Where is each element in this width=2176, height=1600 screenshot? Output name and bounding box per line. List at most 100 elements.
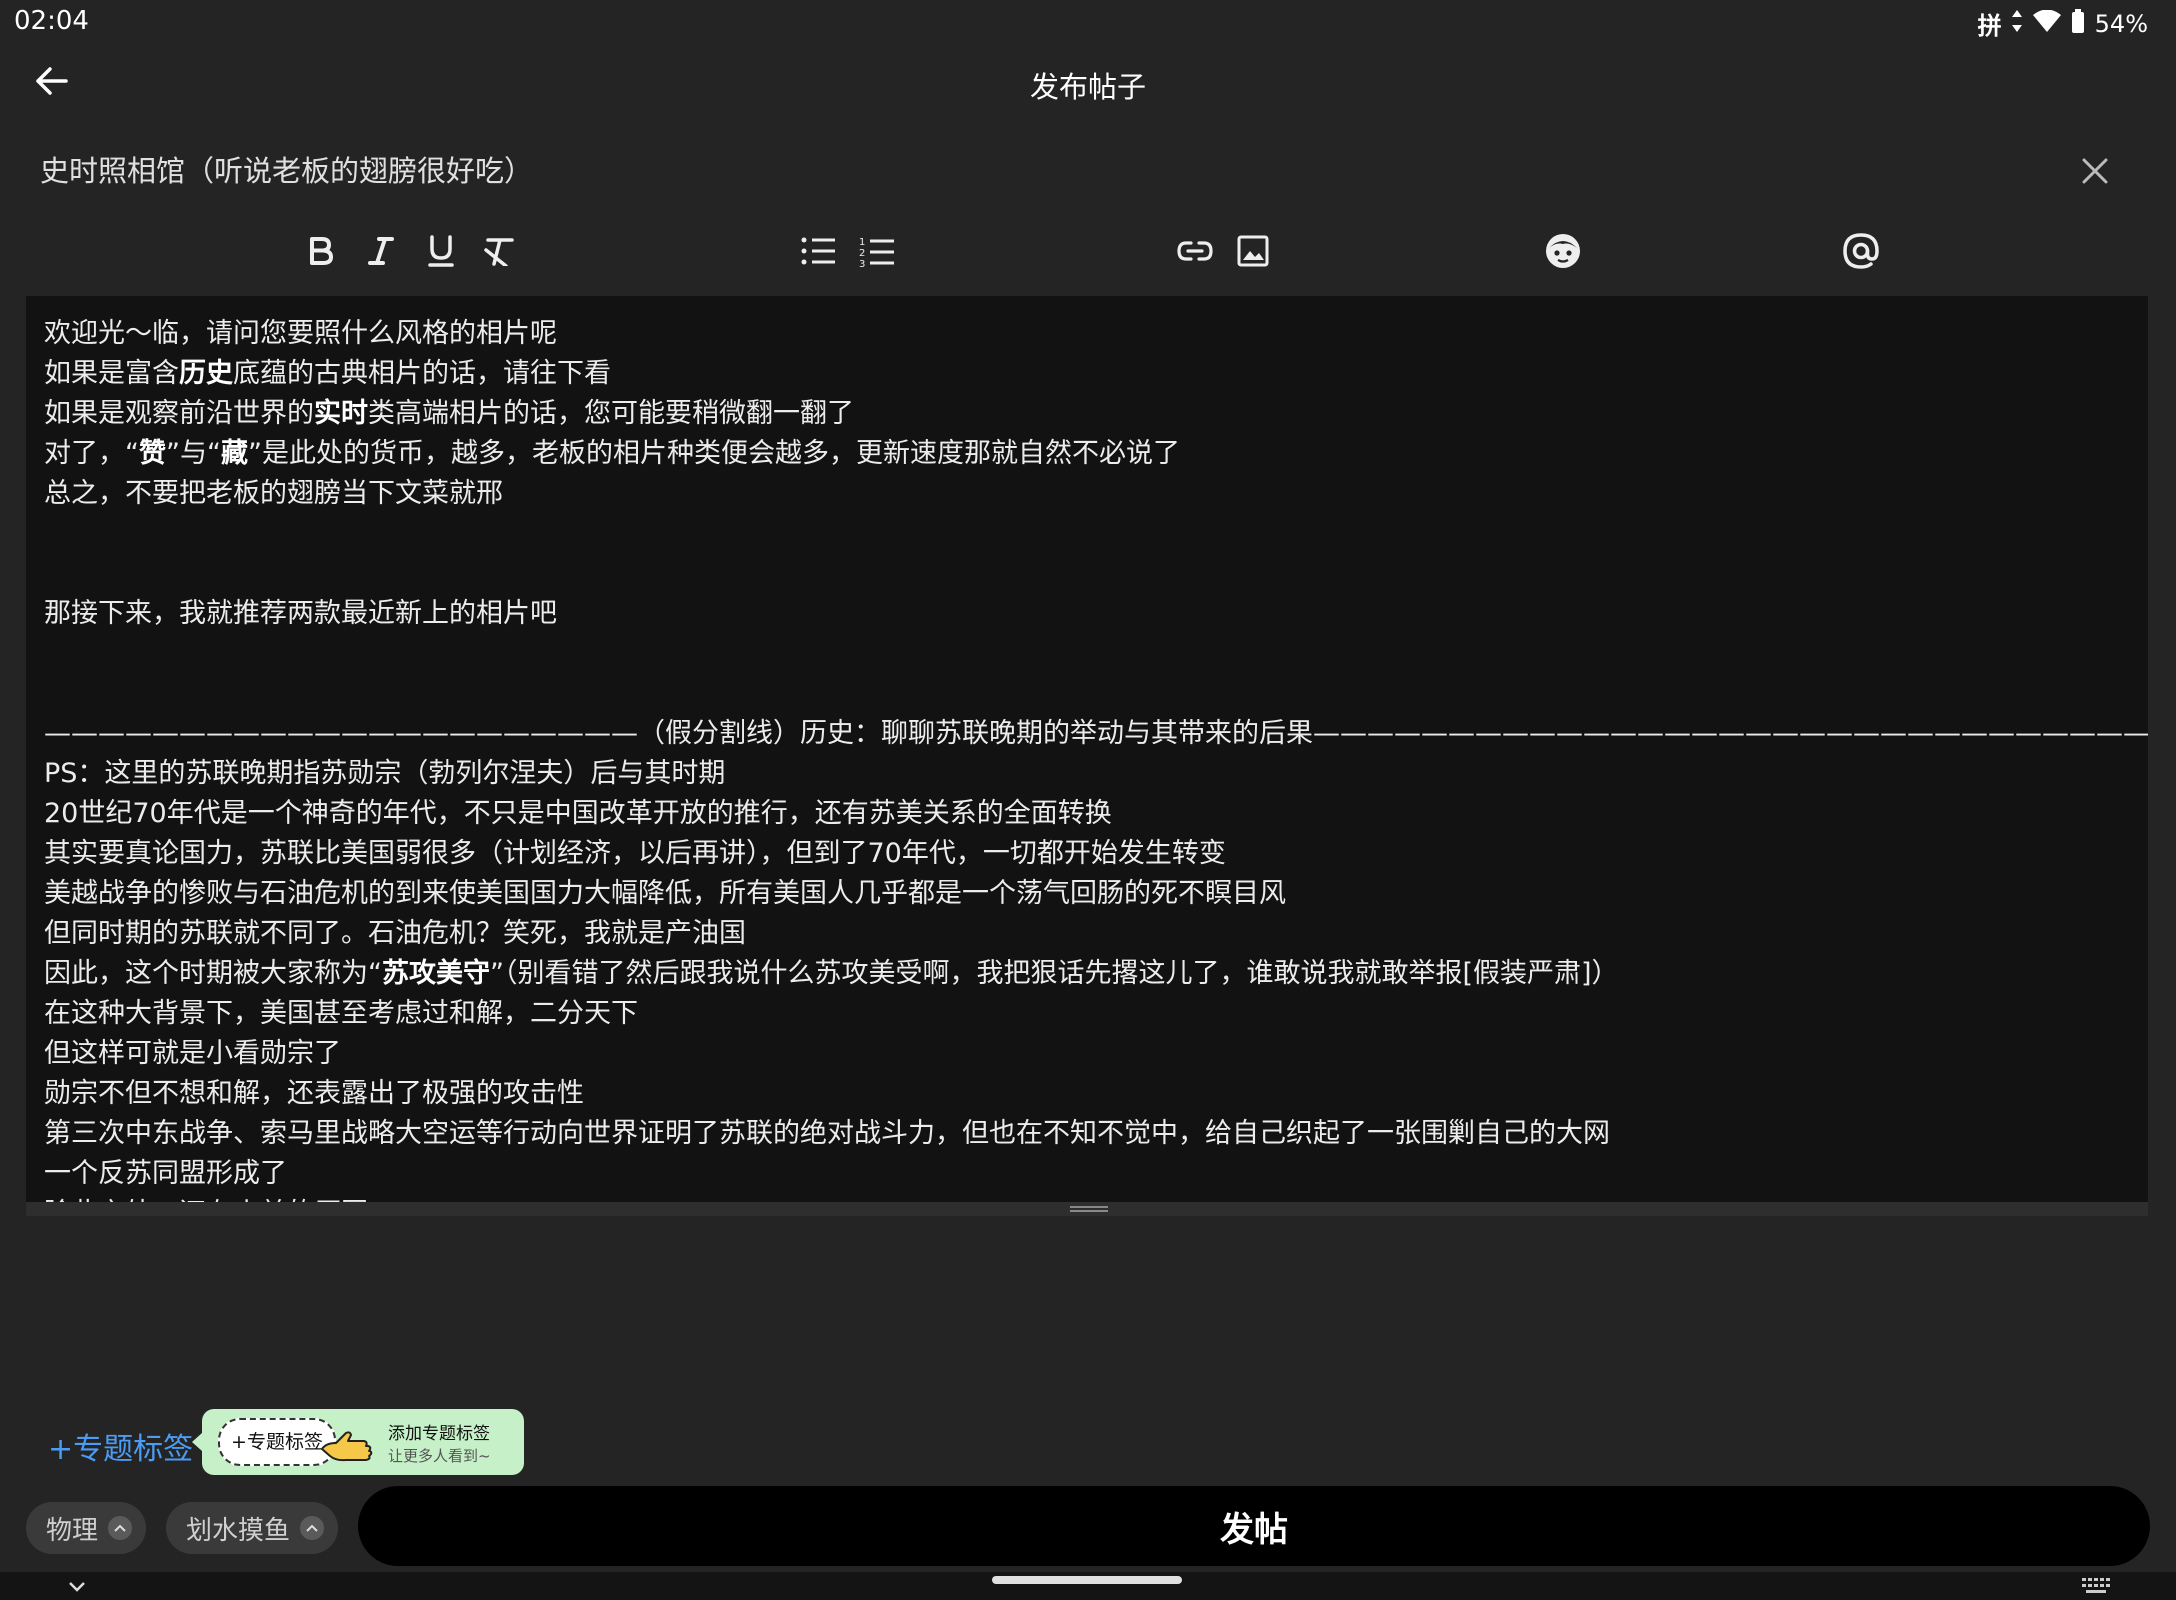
rich-text-editor[interactable]: 欢迎光～临，请问您要照什么风格的相片呢 如果是富含历史底蕴的古典相片的话，请往下看… [26,296,2148,1202]
battery-percent: 54% [2094,9,2148,38]
editor-line: 在这种大背景下，美国甚至考虑过和解，二分天下 [44,994,2130,1034]
editor-line: 第三次中东战争、索马里战略大空运等行动向世界证明了苏联的绝对战斗力，但也在不知不… [44,1114,2130,1154]
status-icons: 拼 54% [1978,6,2148,41]
editor-line: 其实要真论国力，苏联比美国弱很多（计划经济，以后再讲），但到了70年代，一切都开… [44,834,2130,874]
post-title-input[interactable]: 史时照相馆（听说老板的翅膀很好吃） [40,148,533,190]
text-run: 在这种大背景下，美国甚至考虑过和解，二分天下 [44,998,638,1029]
text-run: PS：这里的苏联晚期指苏勋宗（勃列尔涅夫）后与其时期 [44,758,726,789]
editor-line: 美越战争的惨败与石油危机的到来使美国国力大幅降低，所有美国人几乎都是一个荡气回肠… [44,874,2130,914]
text-run: 勋宗不但不想和解，还表露出了极强的攻击性 [44,1078,584,1109]
add-topic-tag-button[interactable]: +专题标签 [48,1424,193,1468]
bold-icon [310,237,333,265]
text-run: 如果是观察前沿世界的 [44,398,314,429]
battery-icon [2071,8,2085,39]
tag-chip-label: 划水摸鱼 [186,1515,291,1546]
status-bar: 02:04 拼 54% [0,0,2176,44]
text-run: 欢迎光～临，请问您要照什么风格的相片呢 [44,318,557,349]
italic-button[interactable] [358,228,404,274]
resize-handle[interactable] [1070,1206,1108,1214]
svg-text:1: 1 [859,237,865,248]
editor-line: PS：这里的苏联晚期指苏勋宗（勃列尔涅夫）后与其时期 [44,754,2130,794]
bullet-list-icon [801,237,835,265]
image-button[interactable] [1230,228,1276,274]
text-run: 对了，“ [44,438,139,469]
svg-text:3: 3 [859,259,865,267]
text-run: 但这样可就是小看勋宗了 [44,1038,341,1069]
image-icon [1237,235,1269,267]
status-time: 02:04 [14,6,89,36]
keyboard-icon[interactable] [2082,1578,2112,1596]
editor-line: 但同时期的苏联就不同了。石油危机？笑死，我就是产油国 [44,914,2130,954]
link-icon [1177,241,1213,261]
topic-hint-tooltip[interactable]: +专题标签 添加专题标签 让更多人看到~ [192,1409,524,1475]
mention-icon [1843,233,1879,269]
italic-icon [368,237,394,265]
text-run: 如果是富含 [44,358,179,389]
editor-line: 总之，不要把老板的翅膀当下文菜就邢 [44,474,2130,514]
text-run: 类高端相片的话，您可能要稍微翻一翻了 [368,398,854,429]
underline-button[interactable] [418,228,464,274]
text-run: 那接下来，我就推荐两款最近新上的相片吧 [44,598,557,629]
publish-button[interactable]: 发帖 [358,1486,2150,1566]
text-run: 但同时期的苏联就不同了。石油危机？笑死，我就是产油国 [44,918,746,949]
text-run: ”与“ [166,438,221,469]
editor-line: 一个反苏同盟形成了 [44,1154,2130,1194]
bold-text: 苏攻美守 [382,958,490,989]
text-run: 底蕴的古典相片的话，请往下看 [233,358,611,389]
text-run: 其实要真论国力，苏联比美国弱很多（计划经济，以后再讲），但到了70年代，一切都开… [44,838,1226,869]
hint-topic-chip: +专题标签 [218,1418,336,1466]
bold-text: 实时 [314,398,368,429]
bold-text: 赞 [139,438,166,469]
editor-line: 那接下来，我就推荐两款最近新上的相片吧 [44,594,2130,634]
text-run: 因此，这个时期被大家称为“ [44,958,382,989]
link-button[interactable] [1172,228,1218,274]
mention-button[interactable] [1838,228,1884,274]
clear-format-icon [484,238,514,266]
editor-content: 欢迎光～临，请问您要照什么风格的相片呢 如果是富含历史底蕴的古典相片的话，请往下看… [26,296,2148,1202]
editor-line: 对了，“赞”与“藏”是此处的货币，越多，老板的相片种类便会越多，更新速度那就自然… [44,434,2130,474]
editor-line: 因此，这个时期被大家称为“苏攻美守”（别看错了然后跟我说什么苏攻美受啊，我把狠话… [44,954,2130,994]
text-run: ”是此处的货币，越多，老板的相片种类便会越多，更新速度那就自然不必说了 [247,438,1180,469]
page-title: 发布帖子 [1029,70,1146,104]
chevron-up-icon[interactable] [300,1516,325,1540]
editor-line: 除此之外，还有小弟的原因 [44,1194,2130,1202]
bold-text: 藏 [220,438,248,469]
chevron-down-icon[interactable] [62,1574,92,1598]
numbered-list-button[interactable]: 1 2 3 [854,228,900,274]
chevron-up-icon[interactable] [108,1516,133,1540]
clear-format-button[interactable] [476,228,522,274]
underline-icon [428,235,454,267]
data-arrows-icon [2011,9,2023,38]
editor-line: 但这样可就是小看勋宗了 [44,1034,2130,1074]
text-run: ——————————————————————（假分割线）历史：聊聊苏联晚期的举动… [44,718,2148,749]
tag-chip-physics[interactable]: 物理 [26,1502,147,1554]
bullet-list-button[interactable] [796,228,842,274]
ime-indicator: 拼 [1977,12,2002,40]
hand-pointer-icon [321,1431,373,1462]
bold-text: 历史 [179,358,233,389]
tag-chip-label: 物理 [46,1515,99,1546]
editor-line: 如果是观察前沿世界的实时类高端相片的话，您可能要稍微翻一翻了 [44,394,2130,434]
numbered-list-icon: 1 2 3 [859,237,894,267]
text-run: 总之，不要把老板的翅膀当下文菜就邢 [44,478,503,509]
editor-line: 欢迎光～临，请问您要照什么风格的相片呢 [44,314,2130,354]
clear-title-button[interactable] [2072,148,2118,194]
emoji-icon [1546,234,1580,268]
tooltip-pointer [192,1433,202,1451]
text-run: 第三次中东战争、索马里战略大空运等行动向世界证明了苏联的绝对战斗力，但也在不知不… [44,1118,1610,1149]
hint-subtitle: 让更多人看到~ [388,1447,491,1465]
wifi-icon [2032,9,2061,38]
emoji-button[interactable] [1540,228,1586,274]
close-icon [2082,158,2108,184]
text-run: ”（别看错了然后跟我说什么苏攻美受啊，我把狠话先撂这儿了，谁敢说我就敢举报[假装… [490,958,1619,989]
editor-line: 如果是富含历史底蕴的古典相片的话，请往下看 [44,354,2130,394]
text-run: 一个反苏同盟形成了 [44,1158,287,1189]
tag-chip-slacking[interactable]: 划水摸鱼 [166,1502,339,1554]
bold-button[interactable] [298,228,344,274]
home-gesture-handle[interactable] [992,1576,1182,1584]
editor-line: 勋宗不但不想和解，还表露出了极强的攻击性 [44,1074,2130,1114]
